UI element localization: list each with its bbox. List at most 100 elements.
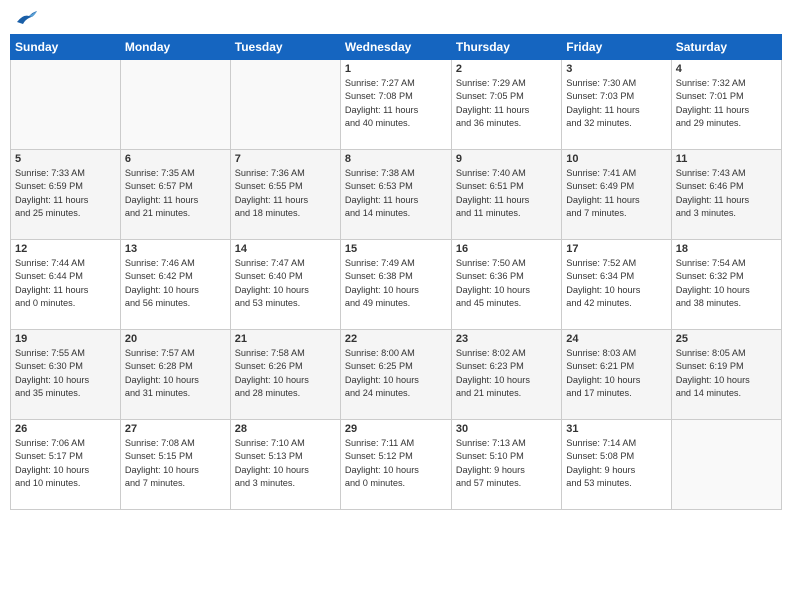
weekday-header-friday: Friday: [562, 35, 671, 60]
calendar-cell: 8 Sunrise: 7:38 AM Sunset: 6:53 PM Daylig…: [340, 150, 451, 240]
calendar-cell: 18 Sunrise: 7:54 AM Sunset: 6:32 PM Dayli…: [671, 240, 781, 330]
weekday-header-saturday: Saturday: [671, 35, 781, 60]
day-number: 27: [125, 423, 226, 435]
day-info: Sunrise: 7:27 AM Sunset: 7:08 PM Dayligh…: [345, 77, 447, 130]
day-info: Sunrise: 7:46 AM Sunset: 6:42 PM Dayligh…: [125, 257, 226, 310]
day-number: 16: [456, 243, 557, 255]
calendar-cell: 2Sunrise: 7:29 AM Sunset: 7:05 PM Daylig…: [451, 60, 561, 150]
calendar-cell: 17 Sunrise: 7:52 AM Sunset: 6:34 PM Dayli…: [562, 240, 671, 330]
day-number: 3: [566, 63, 666, 75]
calendar-week-3: 12 Sunrise: 7:44 AM Sunset: 6:44 PM Dayli…: [11, 240, 782, 330]
calendar-cell: [671, 420, 781, 510]
calendar-cell: 6 Sunrise: 7:35 AM Sunset: 6:57 PM Daylig…: [120, 150, 230, 240]
weekday-header-tuesday: Tuesday: [230, 35, 340, 60]
calendar-week-4: 19 Sunrise: 7:55 AM Sunset: 6:30 PM Dayli…: [11, 330, 782, 420]
day-info: Sunrise: 7:44 AM Sunset: 6:44 PM Dayligh…: [15, 257, 116, 310]
day-number: 2: [456, 63, 557, 75]
weekday-header-thursday: Thursday: [451, 35, 561, 60]
day-number: 25: [676, 333, 777, 345]
calendar-cell: 19 Sunrise: 7:55 AM Sunset: 6:30 PM Dayli…: [11, 330, 121, 420]
day-number: 8: [345, 153, 447, 165]
calendar-cell: 1 Sunrise: 7:27 AM Sunset: 7:08 PM Daylig…: [340, 60, 451, 150]
day-info: Sunrise: 7:54 AM Sunset: 6:32 PM Dayligh…: [676, 257, 777, 310]
day-number: 23: [456, 333, 557, 345]
day-number: 22: [345, 333, 447, 345]
day-info: Sunrise: 7:47 AM Sunset: 6:40 PM Dayligh…: [235, 257, 336, 310]
day-number: 6: [125, 153, 226, 165]
day-info: Sunrise: 7:38 AM Sunset: 6:53 PM Dayligh…: [345, 167, 447, 220]
calendar-cell: 14 Sunrise: 7:47 AM Sunset: 6:40 PM Dayli…: [230, 240, 340, 330]
calendar-cell: 11 Sunrise: 7:43 AM Sunset: 6:46 PM Dayli…: [671, 150, 781, 240]
calendar-header-row: SundayMondayTuesdayWednesdayThursdayFrid…: [11, 35, 782, 60]
day-number: 24: [566, 333, 666, 345]
day-info: Sunrise: 7:43 AM Sunset: 6:46 PM Dayligh…: [676, 167, 777, 220]
calendar-cell: 28Sunrise: 7:10 AM Sunset: 5:13 PM Dayli…: [230, 420, 340, 510]
day-number: 10: [566, 153, 666, 165]
calendar-cell: 29 Sunrise: 7:11 AM Sunset: 5:12 PM Dayli…: [340, 420, 451, 510]
day-info: Sunrise: 7:11 AM Sunset: 5:12 PM Dayligh…: [345, 437, 447, 490]
calendar-cell: 27Sunrise: 7:08 AM Sunset: 5:15 PM Dayli…: [120, 420, 230, 510]
calendar-cell: 7 Sunrise: 7:36 AM Sunset: 6:55 PM Daylig…: [230, 150, 340, 240]
day-number: 9: [456, 153, 557, 165]
calendar-cell: 31 Sunrise: 7:14 AM Sunset: 5:08 PM Dayli…: [562, 420, 671, 510]
calendar-cell: 12 Sunrise: 7:44 AM Sunset: 6:44 PM Dayli…: [11, 240, 121, 330]
day-number: 14: [235, 243, 336, 255]
day-info: Sunrise: 7:49 AM Sunset: 6:38 PM Dayligh…: [345, 257, 447, 310]
day-info: Sunrise: 7:35 AM Sunset: 6:57 PM Dayligh…: [125, 167, 226, 220]
day-info: Sunrise: 7:14 AM Sunset: 5:08 PM Dayligh…: [566, 437, 666, 490]
calendar-cell: 30 Sunrise: 7:13 AM Sunset: 5:10 PM Dayli…: [451, 420, 561, 510]
calendar-cell: 15 Sunrise: 7:49 AM Sunset: 6:38 PM Dayli…: [340, 240, 451, 330]
day-info: Sunrise: 7:32 AM Sunset: 7:01 PM Dayligh…: [676, 77, 777, 130]
calendar-cell: 25 Sunrise: 8:05 AM Sunset: 6:19 PM Dayli…: [671, 330, 781, 420]
day-number: 15: [345, 243, 447, 255]
day-number: 7: [235, 153, 336, 165]
day-info: Sunrise: 8:02 AM Sunset: 6:23 PM Dayligh…: [456, 347, 557, 400]
calendar-cell: 20Sunrise: 7:57 AM Sunset: 6:28 PM Dayli…: [120, 330, 230, 420]
day-info: Sunrise: 7:36 AM Sunset: 6:55 PM Dayligh…: [235, 167, 336, 220]
calendar-cell: 24Sunrise: 8:03 AM Sunset: 6:21 PM Dayli…: [562, 330, 671, 420]
calendar-week-1: 1 Sunrise: 7:27 AM Sunset: 7:08 PM Daylig…: [11, 60, 782, 150]
day-number: 12: [15, 243, 116, 255]
day-number: 1: [345, 63, 447, 75]
day-number: 21: [235, 333, 336, 345]
day-info: Sunrise: 7:13 AM Sunset: 5:10 PM Dayligh…: [456, 437, 557, 490]
day-info: Sunrise: 7:41 AM Sunset: 6:49 PM Dayligh…: [566, 167, 666, 220]
day-info: Sunrise: 7:58 AM Sunset: 6:26 PM Dayligh…: [235, 347, 336, 400]
calendar-cell: 16 Sunrise: 7:50 AM Sunset: 6:36 PM Dayli…: [451, 240, 561, 330]
day-number: 17: [566, 243, 666, 255]
calendar-week-5: 26Sunrise: 7:06 AM Sunset: 5:17 PM Dayli…: [11, 420, 782, 510]
calendar-cell: 23 Sunrise: 8:02 AM Sunset: 6:23 PM Dayli…: [451, 330, 561, 420]
calendar-cell: [11, 60, 121, 150]
calendar-week-2: 5Sunrise: 7:33 AM Sunset: 6:59 PM Daylig…: [11, 150, 782, 240]
day-number: 31: [566, 423, 666, 435]
day-number: 19: [15, 333, 116, 345]
calendar-table: SundayMondayTuesdayWednesdayThursdayFrid…: [10, 34, 782, 510]
day-info: Sunrise: 7:33 AM Sunset: 6:59 PM Dayligh…: [15, 167, 116, 220]
calendar-cell: 3Sunrise: 7:30 AM Sunset: 7:03 PM Daylig…: [562, 60, 671, 150]
weekday-header-wednesday: Wednesday: [340, 35, 451, 60]
calendar-cell: 22 Sunrise: 8:00 AM Sunset: 6:25 PM Dayli…: [340, 330, 451, 420]
day-number: 13: [125, 243, 226, 255]
day-number: 29: [345, 423, 447, 435]
day-number: 11: [676, 153, 777, 165]
calendar-cell: 10 Sunrise: 7:41 AM Sunset: 6:49 PM Dayli…: [562, 150, 671, 240]
calendar-cell: [120, 60, 230, 150]
calendar-cell: [230, 60, 340, 150]
day-info: Sunrise: 7:40 AM Sunset: 6:51 PM Dayligh…: [456, 167, 557, 220]
day-number: 26: [15, 423, 116, 435]
day-info: Sunrise: 7:10 AM Sunset: 5:13 PM Dayligh…: [235, 437, 336, 490]
calendar-cell: 4Sunrise: 7:32 AM Sunset: 7:01 PM Daylig…: [671, 60, 781, 150]
day-number: 18: [676, 243, 777, 255]
day-info: Sunrise: 7:57 AM Sunset: 6:28 PM Dayligh…: [125, 347, 226, 400]
logo: [14, 10, 37, 26]
day-info: Sunrise: 7:52 AM Sunset: 6:34 PM Dayligh…: [566, 257, 666, 310]
weekday-header-sunday: Sunday: [11, 35, 121, 60]
day-info: Sunrise: 8:00 AM Sunset: 6:25 PM Dayligh…: [345, 347, 447, 400]
day-number: 30: [456, 423, 557, 435]
calendar-cell: 13 Sunrise: 7:46 AM Sunset: 6:42 PM Dayli…: [120, 240, 230, 330]
day-info: Sunrise: 7:50 AM Sunset: 6:36 PM Dayligh…: [456, 257, 557, 310]
calendar-cell: 5Sunrise: 7:33 AM Sunset: 6:59 PM Daylig…: [11, 150, 121, 240]
day-info: Sunrise: 8:05 AM Sunset: 6:19 PM Dayligh…: [676, 347, 777, 400]
day-info: Sunrise: 7:55 AM Sunset: 6:30 PM Dayligh…: [15, 347, 116, 400]
calendar-cell: 26Sunrise: 7:06 AM Sunset: 5:17 PM Dayli…: [11, 420, 121, 510]
